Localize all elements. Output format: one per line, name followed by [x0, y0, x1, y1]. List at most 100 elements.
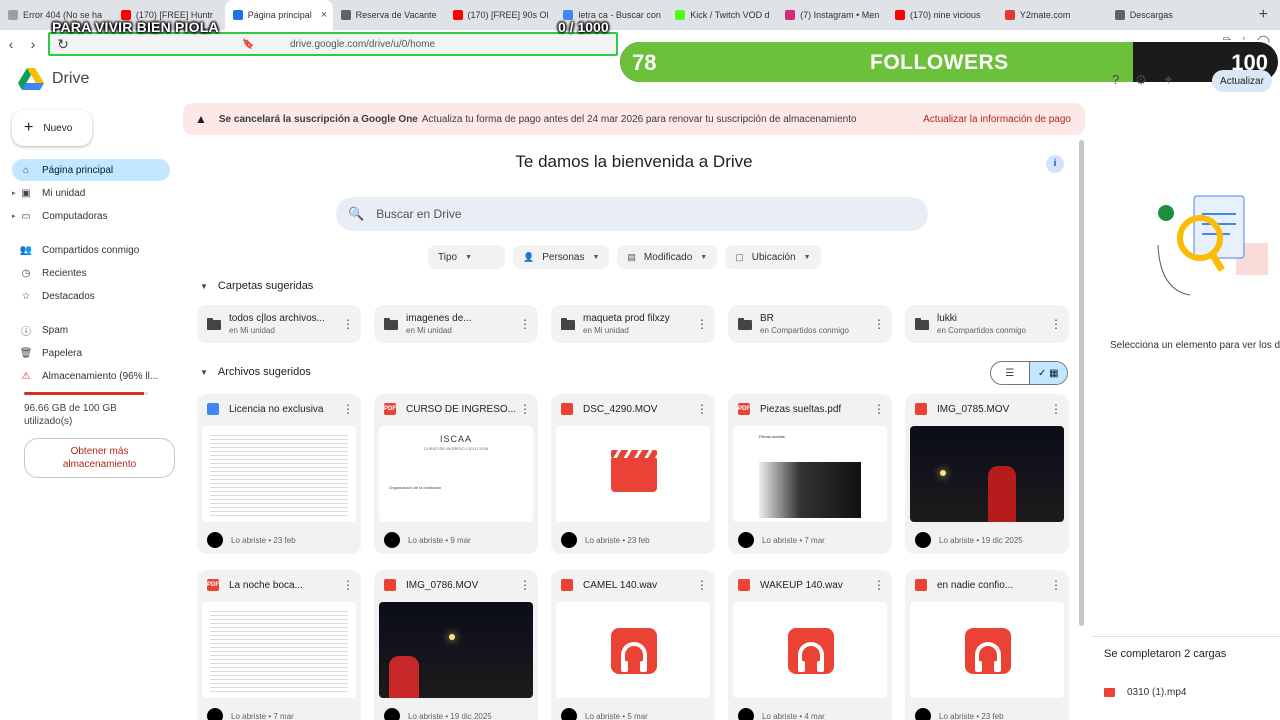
drive-logo[interactable]: Drive [18, 68, 89, 90]
gemini-sparkle-icon[interactable]: ✦ [1163, 72, 1174, 88]
new-tab-icon[interactable]: + [1247, 6, 1280, 24]
filter-chip[interactable]: ▢ Ubicación ▼ [725, 245, 821, 269]
file-card[interactable]: IMG_0785.MOV ⋮ Lo abriste • 19 dic 2025 [905, 394, 1069, 554]
back-icon[interactable]: ‹ [0, 36, 22, 52]
main-scrollbar[interactable] [1079, 140, 1084, 626]
file-thumbnail: ISCAA CURSO DE INGRESO CICLO 2026 Organiza… [379, 426, 533, 522]
night-photo-preview [910, 426, 1064, 522]
browser-tab[interactable]: Kick / Twitch VOD d [667, 0, 777, 30]
tab-favicon-icon [340, 10, 351, 20]
close-tab-icon[interactable]: × [321, 9, 327, 21]
sidebar-item[interactable]: 🗑 Papelera [12, 342, 170, 364]
more-options-icon[interactable]: ⋮ [341, 402, 355, 416]
more-options-icon[interactable]: ⋮ [341, 317, 355, 331]
folder-name: maqueta prod filxzy [583, 313, 670, 324]
address-bar[interactable]: ↻ 🔖 drive.google.com/drive/u/0/home [48, 32, 618, 56]
update-payment-link[interactable]: Actualizar la información de pago [923, 114, 1071, 125]
browser-tab[interactable]: (7) Instagram • Men [777, 0, 887, 30]
light-glow [449, 634, 455, 640]
folder-name: lukki [937, 313, 958, 324]
grid-view-icon[interactable]: ✓ ▦ [1028, 362, 1067, 384]
more-options-icon[interactable]: ⋮ [872, 402, 886, 416]
file-meta: Lo abriste • 7 mar [738, 532, 825, 548]
more-options-icon[interactable]: ⋮ [872, 578, 886, 592]
file-card-header: CAMEL 140.wav ⋮ [551, 570, 715, 600]
more-options-icon[interactable]: ⋮ [872, 317, 886, 331]
file-card[interactable]: WAKEUP 140.wav ⋮ Lo abriste • 4 mar [728, 570, 892, 720]
get-more-storage-button[interactable]: Obtener más almacenamiento [24, 438, 175, 478]
folder-card[interactable]: imagenes de... en Mi unidad ⋮ [374, 305, 538, 343]
more-options-icon[interactable]: ⋮ [518, 578, 532, 592]
sidebar-item[interactable]: ⚠ Almacenamiento (96% ll... [12, 365, 170, 387]
file-card[interactable]: en nadie confio... ⋮ Lo abriste • 23 feb [905, 570, 1069, 720]
list-view-icon[interactable]: ☰ [991, 362, 1029, 384]
update-button[interactable]: Actualizar [1212, 70, 1272, 92]
preview-small-text: Organización de la institución [389, 485, 442, 490]
sidebar-item[interactable]: 👥 Compartidos conmigo [12, 239, 170, 261]
file-name: en nadie confio... [937, 579, 1014, 591]
sidebar-item[interactable]: ▸ ▣ Mi unidad [12, 182, 170, 204]
folder-card[interactable]: BR en Compartidos conmigo ⋮ [728, 305, 892, 343]
more-options-icon[interactable]: ⋮ [695, 317, 709, 331]
browser-tab[interactable]: Y2mate.com [997, 0, 1107, 30]
more-options-icon[interactable]: ⋮ [1049, 402, 1063, 416]
upload-item[interactable]: 0310 (1).mp4 [1104, 687, 1186, 698]
filter-chip[interactable]: ▤ Modificado ▼ [617, 245, 718, 269]
sidebar-item-label: Mi unidad [42, 187, 86, 199]
more-options-icon[interactable]: ⋮ [1049, 578, 1063, 592]
file-card[interactable]: IMG_0786.MOV ⋮ Lo abriste • 19 dic 2025 [374, 570, 538, 720]
sidebar-item-label: Computadoras [42, 210, 108, 222]
audio-file-icon [738, 579, 750, 591]
browser-tab[interactable]: (170) nine vicious [887, 0, 997, 30]
dropdown-arrow-icon: ▼ [465, 253, 473, 261]
headphones-icon [965, 628, 1011, 674]
subscription-warning-banner: ▲ Se cancelará la suscripción a Google O… [183, 103, 1085, 135]
more-options-icon[interactable]: ⋮ [341, 578, 355, 592]
info-icon[interactable]: i [1046, 155, 1064, 173]
file-card[interactable]: DSC_4290.MOV ⋮ Lo abriste • 23 feb [551, 394, 715, 554]
suggested-files-header[interactable]: ▼ Archivos sugeridos [200, 366, 311, 378]
filter-chips: Tipo ▼ 👤 Personas ▼ ▤ Modificado ▼ ▢ Ubicación ▼ [428, 245, 821, 269]
sidebar-item[interactable]: ◷ Recientes [12, 262, 170, 284]
more-options-icon[interactable]: ⋮ [695, 578, 709, 592]
filter-chip[interactable]: Tipo ▼ [428, 245, 505, 269]
sidebar-item[interactable]: ⌂ Página principal [12, 159, 170, 181]
filter-chip[interactable]: 👤 Personas ▼ [513, 245, 610, 269]
header-actions: ? ⚙ ✦ [1112, 72, 1174, 88]
suggested-files-title: Archivos sugeridos [217, 366, 311, 378]
more-options-icon[interactable]: ⋮ [518, 317, 532, 331]
file-card[interactable]: Licencia no exclusiva ⋮ Lo abriste • 23 fe… [197, 394, 361, 554]
search-bar[interactable]: 🔍 Buscar en Drive [336, 197, 928, 231]
browser-tab[interactable]: Descargas [1107, 0, 1247, 30]
file-card[interactable]: PDF Piezas sueltas.pdf ⋮ Piezas sueltas Lo a… [728, 394, 892, 554]
help-icon[interactable]: ? [1112, 72, 1119, 88]
file-card[interactable]: PDF La noche boca... ⋮ Lo abriste • 7 mar [197, 570, 361, 720]
bookmark-icon[interactable]: 🔖 [242, 39, 254, 50]
folder-location: en Compartidos conmigo [760, 326, 849, 335]
uploads-panel: Se completaron 2 cargas 0310 (1).mp4 [1092, 636, 1280, 720]
folder-name: todos c|los archivos... [229, 313, 325, 324]
forward-icon[interactable]: › [22, 36, 44, 52]
sidebar-item[interactable]: ▸ ▭ Computadoras [12, 205, 170, 227]
preview-subtitle: CURSO DE INGRESO CICLO 2026 [423, 446, 489, 451]
tab-favicon-icon [1004, 10, 1015, 20]
sidebar-item[interactable]: ⓘ Spam [12, 319, 170, 341]
browser-tab[interactable]: (170) [FREE] 90s Ol [445, 0, 556, 30]
folder-card[interactable]: maqueta prod filxzy en Mi unidad ⋮ [551, 305, 715, 343]
file-card[interactable]: CAMEL 140.wav ⋮ Lo abriste • 5 mar [551, 570, 715, 720]
more-options-icon[interactable]: ⋮ [1049, 317, 1063, 331]
warning-triangle-icon: ▲ [195, 112, 207, 126]
new-button[interactable]: + Nuevo [12, 110, 92, 146]
suggested-folders-header[interactable]: ▼ Carpetas sugeridas [200, 280, 313, 292]
sidebar-item[interactable]: ☆ Destacados [12, 285, 170, 307]
reload-icon[interactable]: ↻ [52, 36, 74, 53]
folder-card[interactable]: lukki en Compartidos conmigo ⋮ [905, 305, 1069, 343]
tab-favicon-icon [452, 10, 463, 20]
folder-card[interactable]: todos c|los archivos... en Mi unidad ⋮ [197, 305, 361, 343]
more-options-icon[interactable]: ⋮ [518, 402, 532, 416]
more-options-icon[interactable]: ⋮ [695, 402, 709, 416]
settings-gear-icon[interactable]: ⚙ [1135, 72, 1147, 88]
browser-tab[interactable]: Reserva de Vacante [333, 0, 445, 30]
file-card[interactable]: PDF CURSO DE INGRESO... ⋮ ISCAA CURSO DE ING… [374, 394, 538, 554]
browser-tab[interactable]: Página principal × [224, 0, 333, 30]
